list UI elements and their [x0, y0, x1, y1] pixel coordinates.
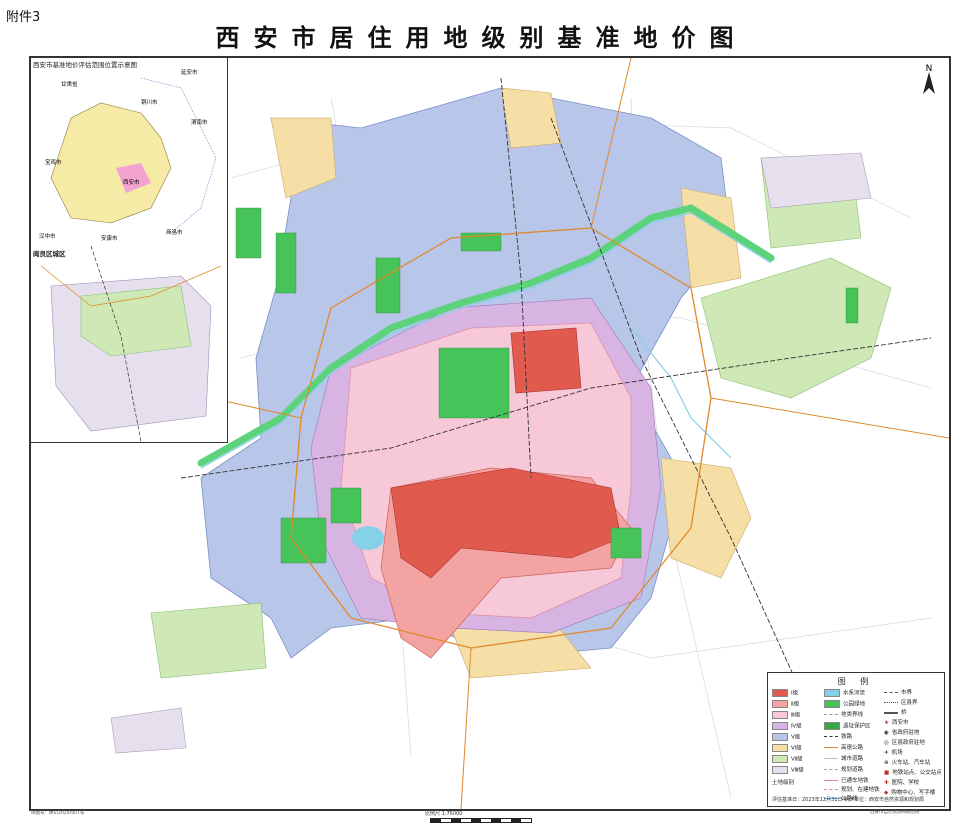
location-label-ankang: 安康市	[101, 236, 118, 242]
yanliang-inset-drawing	[40, 246, 222, 442]
location-label-hanzhong: 汉中市	[39, 234, 56, 240]
legend-symbol-city-border: 市界	[884, 689, 912, 697]
zone-grade-viii-southwest	[110, 707, 187, 754]
location-label-shangluo: 商洛市	[166, 230, 183, 236]
legend-symbol-hospital: ✚ 医院、学校	[884, 780, 920, 786]
legend-grade-4: Ⅳ级	[772, 722, 802, 730]
legend-symbol-xian: ★ 西安市	[884, 720, 909, 726]
legend-grade-1: Ⅰ级	[772, 689, 798, 697]
airplane-icon: ✈	[884, 750, 889, 756]
legend-footer: 评估基准日：2023年12月31日 制作单位：西安市自然资源和规划局	[772, 797, 925, 803]
location-inset-map[interactable]: 西安市基准地价评估范围位置示意图 甘肃省 延安市 铜川市 渭南市 宝鸡市 西安市…	[31, 58, 228, 247]
legend-grade-7: Ⅶ级	[772, 755, 803, 763]
scale-bar	[430, 818, 532, 823]
legend-grade-5: Ⅴ级	[772, 733, 800, 741]
swatch-grade-4	[772, 722, 788, 730]
location-label-weinan: 渭南市	[191, 120, 208, 126]
yanliang-inset-map[interactable]: 阎良区城区	[31, 246, 228, 443]
lake	[352, 526, 384, 550]
north-arrow-label: N	[926, 64, 933, 74]
location-label-xian: 西安市	[123, 180, 140, 186]
legend-title: 图 例	[837, 677, 875, 686]
swatch-grade-5	[772, 733, 788, 741]
legend-note-label: 土地级别	[772, 780, 795, 786]
circle-icon: ◎	[884, 740, 889, 746]
swatch-grade-7	[772, 755, 788, 763]
legend-feature-water: 水系河流	[824, 689, 865, 697]
legend-feature-planned-road: 规划道路	[824, 766, 863, 774]
legend-feature-railway: 铁路	[824, 733, 852, 741]
legend-symbol-county-border: 区县界	[884, 699, 918, 707]
legend-symbol-county-gov: ◎ 区县政府驻地	[884, 740, 925, 746]
legend-symbol-metro-station: ■ 地铁站点、公交站点	[884, 770, 942, 776]
legend-symbol-airport: ✈ 机场	[884, 750, 903, 756]
location-label-baoji: 宝鸡市	[45, 160, 62, 166]
star-icon: ★	[884, 720, 889, 726]
legend-feature-metro: 已通车地铁	[824, 777, 869, 785]
legend-grade-8: Ⅷ级	[772, 766, 804, 774]
shaanxi-outline	[50, 102, 172, 224]
legend-symbol-station: ⊕ 火车站、汽车站	[884, 760, 931, 766]
swatch-grade-2	[772, 700, 788, 708]
hospital-icon: ✚	[884, 780, 889, 786]
zone-grade-vii-southwest	[150, 602, 267, 679]
legend-grade-2: Ⅱ级	[772, 700, 799, 708]
swatch-grade-6	[772, 744, 788, 752]
zone-grade-vi-north	[500, 87, 562, 149]
map-title: 西安市居住用地级别基准地价图	[215, 23, 748, 52]
location-label-tongchuan: 铜川市	[141, 100, 158, 106]
metro-icon: ■	[884, 770, 890, 776]
footer-left-note: 审图号：陕S(2024)007号	[31, 811, 85, 816]
zone-grade-i-north	[510, 327, 582, 394]
legend-feature-heritage: 遗址保护区	[824, 722, 871, 730]
zone-grade-vi-southeast	[660, 457, 752, 579]
swatch-grade-8	[772, 766, 788, 774]
legend-symbol-provincial-gov: ◉ 省政府驻地	[884, 730, 920, 736]
swatch-grade-1	[772, 689, 788, 697]
north-arrow-icon: N	[923, 64, 935, 94]
footer-right-note: 西安市自然资源和规划局	[870, 810, 920, 815]
legend-feature-park: 公园绿地	[824, 700, 865, 708]
legend-feature-boundary: 地类界线	[824, 711, 863, 719]
scale-text: 比例尺 1:75000	[425, 811, 463, 817]
station-icon: ⊕	[884, 760, 889, 766]
swatch-grade-3	[772, 711, 788, 719]
legend-feature-expressway: 高速公路	[824, 744, 863, 752]
location-label-gansu: 甘肃省	[61, 82, 78, 88]
map-frame[interactable]: 西安市基准地价评估范围位置示意图 甘肃省 延安市 铜川市 渭南市 宝鸡市 西安市…	[29, 56, 951, 811]
legend-feature-planned-metro: 规划、在建地铁	[824, 786, 880, 794]
legend-grade-6: Ⅵ级	[772, 744, 802, 752]
legend-symbol-bridge: 桥	[884, 709, 907, 717]
location-label-yanan: 延安市	[181, 70, 198, 76]
legend-grade-3: Ⅲ级	[772, 711, 800, 719]
circle-dot-icon: ◉	[884, 730, 889, 736]
legend-feature-city-road: 城市道路	[824, 755, 863, 763]
legend: 图 例 Ⅰ级 Ⅱ级 Ⅲ级 Ⅳ级 Ⅴ级 Ⅵ级 Ⅶ级 Ⅷ级 土地级别 水系河流 公园…	[767, 672, 945, 807]
zone-grade-viii-east	[760, 152, 872, 209]
